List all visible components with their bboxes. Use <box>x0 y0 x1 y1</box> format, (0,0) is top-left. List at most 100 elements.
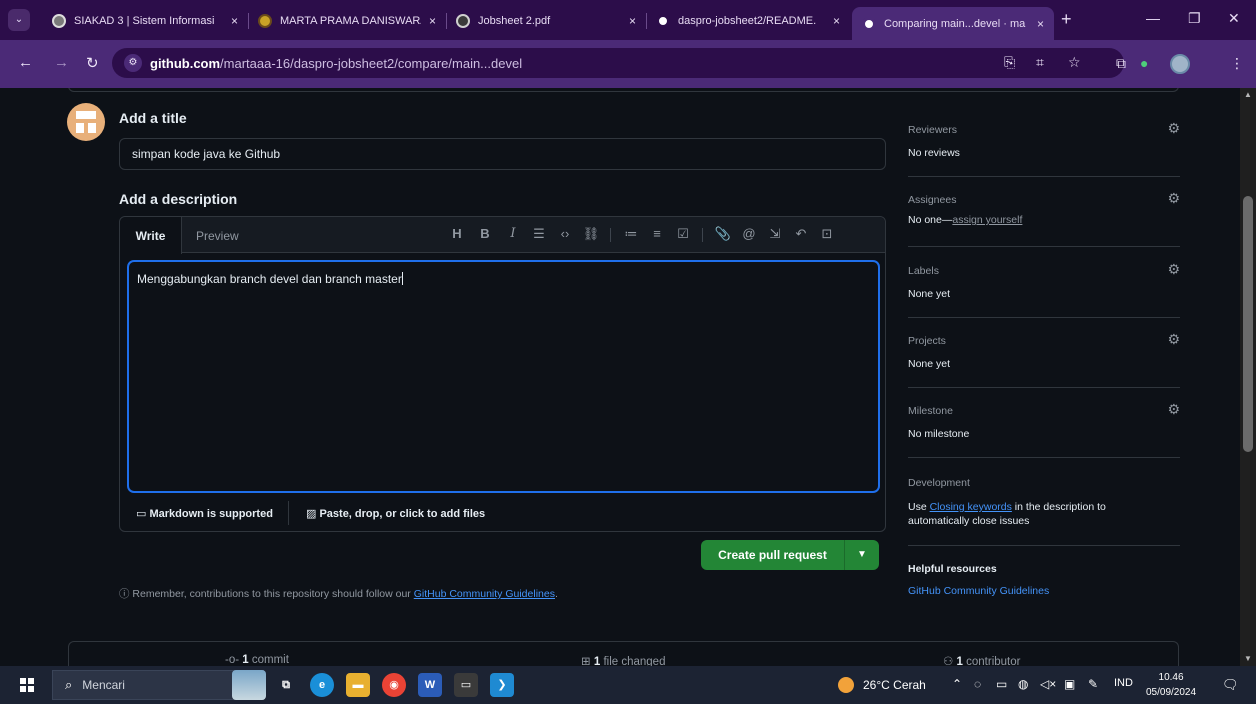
assignees-gear-icon[interactable]: ⚙ <box>1167 190 1180 207</box>
files-changed-stat[interactable]: ⊞ 1 file changed <box>581 654 665 666</box>
url-bar[interactable]: ⚙ github.com/martaaa-16/daspro-jobsheet2… <box>112 48 1124 78</box>
tab-preview[interactable]: Preview <box>196 217 239 253</box>
helpful-guidelines-link[interactable]: GitHub Community Guidelines <box>908 585 1049 597</box>
tray-pen-icon[interactable]: ✎ <box>1088 677 1098 691</box>
weather-sun-icon[interactable] <box>838 677 854 693</box>
attach-files-button[interactable]: ▨ Paste, drop, or click to add files <box>306 507 485 520</box>
contributors-stat[interactable]: ⚇ 1 contributor <box>943 654 1020 666</box>
cross-reference-icon[interactable]: ⇲ <box>766 226 784 242</box>
attach-paperclip-icon[interactable]: 📎 <box>714 226 732 242</box>
numbered-list-icon[interactable]: ≔ <box>622 226 640 242</box>
scrollbar-thumb[interactable] <box>1243 196 1253 452</box>
tab-write[interactable]: Write <box>120 217 182 254</box>
close-icon[interactable]: × <box>231 14 238 28</box>
tray-chevron-up-icon[interactable]: ⌃ <box>952 677 962 691</box>
create-pull-request-button[interactable]: Create pull request <box>701 540 844 570</box>
description-textarea[interactable]: Menggabungkan branch devel dan branch ma… <box>128 261 879 492</box>
close-icon[interactable]: × <box>1037 17 1044 31</box>
tab-readme[interactable]: daspro-jobsheet2/README. × <box>646 7 850 35</box>
weather-text[interactable]: 26°C Cerah <box>863 678 926 692</box>
restore-icon[interactable]: ❐ <box>1188 10 1201 27</box>
close-icon[interactable]: × <box>429 14 436 28</box>
italic-icon[interactable]: I <box>504 226 522 241</box>
tab-jobsheet-pdf[interactable]: Jobsheet 2.pdf × <box>446 7 646 35</box>
windows-taskbar: ⌕ Mencari ⧉ e ▬ ◉ W ▭ ❯ 26°C Cerah ⌃ ◌ ▭… <box>0 666 1256 704</box>
url-path: /martaaa-16/daspro-jobsheet2/compare/mai… <box>220 55 523 71</box>
language-indicator[interactable]: IND <box>1114 677 1133 689</box>
development-section: Development Use Closing keywords in the … <box>908 477 1106 527</box>
bold-icon[interactable]: B <box>476 226 494 241</box>
minimize-icon[interactable]: — <box>1146 10 1160 26</box>
compare-stats-bar: -o- 1 commit ⊞ 1 file changed ⚇ 1 contri… <box>68 641 1179 666</box>
saved-reply-icon[interactable]: ↶ <box>792 226 810 242</box>
community-guidelines-link[interactable]: GitHub Community Guidelines <box>414 588 555 600</box>
tab-marta-prama[interactable]: MARTA PRAMA DANISWARA × <box>248 7 446 35</box>
page-scrollbar[interactable]: ▲ ▼ <box>1240 88 1256 666</box>
projects-gear-icon[interactable]: ⚙ <box>1167 331 1180 348</box>
extension-shield-icon[interactable]: ● <box>1140 55 1148 71</box>
word-app-icon[interactable]: W <box>418 673 442 697</box>
siakad-favicon-icon <box>52 14 66 28</box>
tray-display-icon[interactable]: ▣ <box>1064 677 1075 691</box>
translate-icon[interactable]: ⌗ <box>1036 54 1044 71</box>
vscode-icon[interactable]: ❯ <box>490 673 514 697</box>
task-list-icon[interactable]: ☑ <box>674 226 692 242</box>
closing-keywords-link[interactable]: Closing keywords <box>930 501 1012 513</box>
assign-yourself-link[interactable]: assign yourself <box>952 214 1022 226</box>
mention-icon[interactable]: @ <box>740 226 758 241</box>
search-highlight-icon[interactable] <box>232 670 266 700</box>
task-view-icon[interactable]: ⧉ <box>274 673 298 697</box>
heading-icon[interactable]: H <box>448 226 466 241</box>
reviewers-gear-icon[interactable]: ⚙ <box>1167 120 1180 137</box>
github-compare-page: Add a title Add a description Write Prev… <box>0 88 1240 666</box>
tab-search-button[interactable]: ⌄ <box>8 9 30 31</box>
address-bar: ← → ↻ ⚙ github.com/martaaa-16/daspro-job… <box>0 40 1256 88</box>
tray-volume-icon[interactable]: ◁× <box>1040 677 1056 691</box>
code-icon[interactable]: ‹› <box>556 226 574 241</box>
notification-icon[interactable]: 🗨 <box>1222 677 1239 693</box>
user-avatar[interactable] <box>67 103 105 141</box>
search-icon: ⌕ <box>65 677 73 692</box>
close-icon[interactable]: × <box>833 14 840 28</box>
browser-menu-icon[interactable]: ⋮ <box>1230 55 1244 72</box>
taskbar-clock[interactable]: 10.46 05/09/2024 <box>1146 670 1196 700</box>
bookmark-star-icon[interactable]: ☆ <box>1068 54 1081 71</box>
reload-icon[interactable]: ↻ <box>86 54 99 72</box>
file-diff-icon: ⊞ <box>581 656 594 666</box>
commits-stat[interactable]: -o- 1 commit <box>225 654 289 666</box>
image-icon: ▨ <box>306 508 320 520</box>
tray-bluetooth-icon[interactable]: ◌ <box>974 677 981 691</box>
scroll-down-arrow-icon[interactable]: ▼ <box>1244 654 1252 663</box>
profile-avatar[interactable] <box>1170 54 1190 74</box>
tray-network-icon[interactable]: ◍ <box>1018 677 1028 691</box>
close-icon[interactable]: × <box>629 14 636 28</box>
labels-section: Labels ⚙ None yet <box>908 261 1180 300</box>
markdown-supported-link[interactable]: ▭ Markdown is supported <box>136 507 273 520</box>
edge-browser-icon[interactable]: e <box>310 673 334 697</box>
chrome-browser-icon[interactable]: ◉ <box>382 673 406 697</box>
install-app-icon[interactable]: ⎘ <box>1004 54 1015 71</box>
labels-gear-icon[interactable]: ⚙ <box>1167 261 1180 278</box>
scroll-up-arrow-icon[interactable]: ▲ <box>1244 90 1252 99</box>
globe-favicon-icon <box>456 14 470 28</box>
extensions-puzzle-icon[interactable]: ⧉ <box>1116 55 1126 72</box>
window-close-icon[interactable]: ✕ <box>1228 10 1240 27</box>
forward-arrow-icon[interactable]: → <box>54 54 69 71</box>
quote-icon[interactable]: ☰ <box>530 226 548 242</box>
tray-battery-icon[interactable]: ▭ <box>996 677 1007 691</box>
back-arrow-icon[interactable]: ← <box>18 54 33 71</box>
terminal-icon[interactable]: ▭ <box>454 673 478 697</box>
title-input[interactable] <box>119 138 886 170</box>
link-icon[interactable]: ⛓ <box>582 226 600 242</box>
tab-siakad[interactable]: SIAKAD 3 | Sistem Informasi × <box>42 7 248 35</box>
file-explorer-icon[interactable]: ▬ <box>346 673 370 697</box>
windows-start-icon[interactable] <box>20 678 34 692</box>
tab-comparing-active[interactable]: Comparing main...devel · ma × <box>852 7 1054 40</box>
url-host: github.com <box>150 55 221 71</box>
new-tab-button[interactable]: + <box>1061 9 1072 30</box>
bulleted-list-icon[interactable]: ≡ <box>648 226 666 241</box>
milestone-gear-icon[interactable]: ⚙ <box>1167 401 1180 418</box>
create-options-chevron-down-icon[interactable]: ▼ <box>845 540 879 570</box>
site-info-icon[interactable]: ⚙ <box>124 54 142 72</box>
fullscreen-icon[interactable]: ⊡ <box>818 226 836 242</box>
